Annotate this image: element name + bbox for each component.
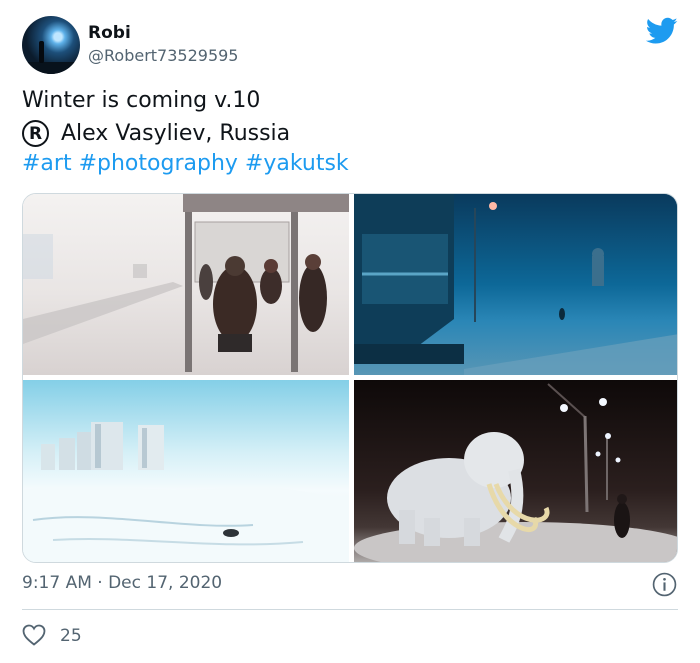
tweet-card: Robi @Robert73529595 Winter is coming v.… [0, 0, 700, 663]
bus-stop-fog-photo[interactable] [23, 194, 349, 375]
registered-symbol: R [22, 120, 49, 147]
photographer-credit: Alex Vasyliev, Russia [61, 121, 291, 146]
twitter-bird-icon[interactable] [646, 17, 678, 45]
blue-street-night-photo[interactable] [354, 194, 677, 375]
tweet-timestamp[interactable]: 9:17 AM · Dec 17, 2020 [22, 573, 222, 593]
mammoth-statue-night-photo[interactable] [354, 380, 677, 562]
heart-icon[interactable] [22, 624, 46, 646]
hashtag-line: #art #photography #yakutsk [22, 151, 356, 176]
tweet-text-line-2: R Alex Vasyliev, Russia [22, 120, 290, 147]
user-name[interactable]: Robi [88, 23, 131, 43]
avatar-figure [39, 41, 44, 63]
media-grid [22, 193, 678, 563]
snowy-city-buildings-photo[interactable] [23, 380, 349, 562]
info-icon[interactable] [652, 572, 677, 597]
divider [22, 609, 678, 610]
tweet-text-line-1: Winter is coming v.10 [22, 88, 261, 113]
avatar[interactable] [22, 16, 80, 74]
avatar-ground [22, 62, 80, 74]
like-count[interactable]: 25 [60, 626, 82, 646]
hashtag-art[interactable]: #art [22, 151, 72, 176]
hashtag-photography[interactable]: #photography [79, 151, 238, 176]
hashtag-yakutsk[interactable]: #yakutsk [245, 151, 349, 176]
user-handle[interactable]: @Robert73529595 [88, 46, 238, 65]
